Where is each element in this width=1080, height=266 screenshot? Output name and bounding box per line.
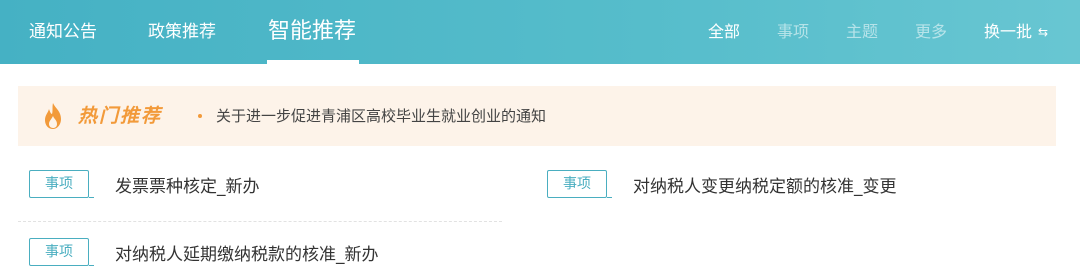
row-divider bbox=[18, 221, 502, 222]
hot-recommend-title: 热门推荐 bbox=[78, 105, 163, 127]
tab-smart-recommend[interactable]: 智能推荐 bbox=[268, 0, 356, 64]
item-tag: 事项 bbox=[29, 170, 94, 198]
list-item[interactable]: 对纳税人变更纳税定额的核准_变更 bbox=[633, 172, 897, 197]
hot-recommend-bar: 热门推荐 关于进一步促进青浦区高校毕业生就业创业的通知 bbox=[18, 86, 1056, 146]
filter-all[interactable]: 全部 bbox=[708, 0, 740, 64]
refresh-icon: ⇆ bbox=[1038, 25, 1049, 39]
tab-policy[interactable]: 政策推荐 bbox=[148, 0, 216, 64]
filter-more[interactable]: 更多 bbox=[915, 0, 947, 64]
list-item[interactable]: 发票票种核定_新办 bbox=[115, 172, 260, 197]
item-tag: 事项 bbox=[547, 170, 612, 198]
list-item[interactable]: 对纳税人延期缴纳税款的核准_新办 bbox=[115, 240, 379, 265]
active-tab-indicator bbox=[267, 60, 359, 64]
refresh-label: 换一批 bbox=[984, 22, 1033, 41]
refresh-button[interactable]: 换一批 ⇆ bbox=[984, 0, 1048, 64]
hot-recommend-link[interactable]: 关于进一步促进青浦区高校毕业生就业创业的通知 bbox=[216, 86, 546, 146]
header-bar: 通知公告 政策推荐 智能推荐 全部 事项 主题 更多 换一批 ⇆ bbox=[0, 0, 1080, 64]
item-tag: 事项 bbox=[29, 238, 94, 266]
tab-notice[interactable]: 通知公告 bbox=[29, 0, 97, 64]
flame-icon bbox=[45, 103, 61, 129]
filter-matters[interactable]: 事项 bbox=[777, 0, 809, 64]
bullet-dot bbox=[198, 114, 202, 118]
filter-topics[interactable]: 主题 bbox=[846, 0, 878, 64]
